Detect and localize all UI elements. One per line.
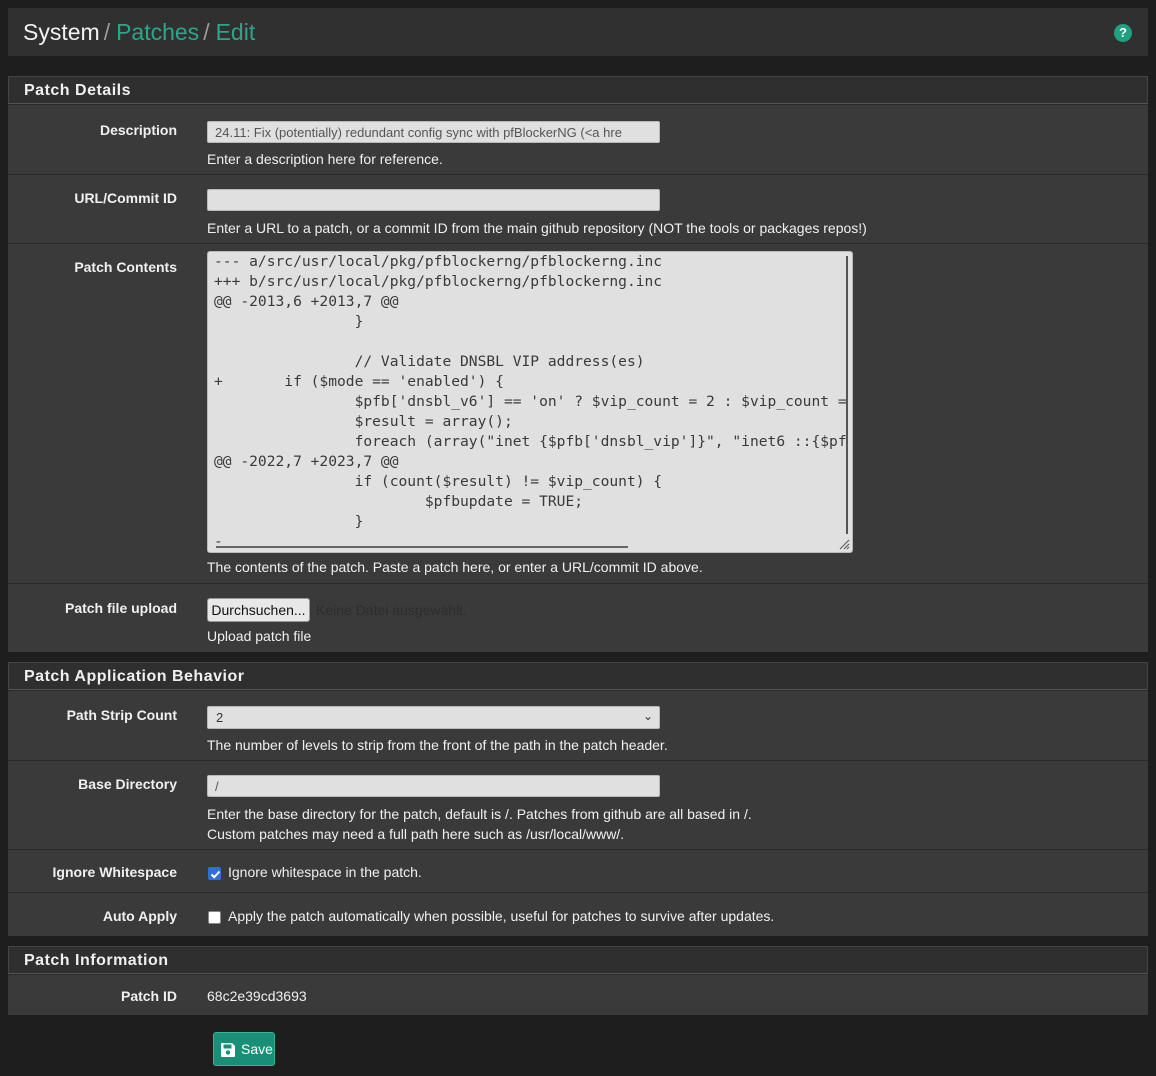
ignore-whitespace-label: Ignore Whitespace — [52, 864, 177, 880]
description-label: Description — [99, 122, 177, 138]
patch-info-heading: Patch Information — [8, 946, 1148, 974]
breadcrumb-edit-link[interactable]: Edit — [216, 19, 256, 45]
ignore-whitespace-checkbox[interactable] — [208, 867, 221, 880]
patch-id-row: Patch ID 68c2e39cd3693 — [8, 974, 1148, 1015]
patch-info-panel: Patch Information Patch ID 68c2e39cd3693 — [8, 946, 1148, 1015]
url-commit-input[interactable] — [207, 189, 660, 211]
patch-details-heading: Patch Details — [8, 76, 1148, 104]
help-icon[interactable]: ? — [1114, 24, 1132, 42]
ignore-whitespace-text: Ignore whitespace in the patch. — [228, 864, 422, 880]
strip-count-label: Path Strip Count — [66, 707, 177, 723]
horizontal-scrollbar[interactable] — [216, 546, 628, 548]
patch-contents-row: Patch Contents --- a/src/usr/local/pkg/p… — [8, 243, 1148, 583]
save-button[interactable]: Save — [213, 1032, 275, 1066]
resize-grip-icon[interactable] — [838, 538, 850, 550]
strip-count-row: Path Strip Count 2 ⌄ The number of level… — [8, 690, 1148, 760]
upload-row: Patch file upload Durchsuchen... Keine D… — [8, 583, 1148, 652]
patch-line: if (count($result) != $vip_count) { — [214, 473, 663, 490]
vertical-scrollbar[interactable] — [846, 256, 848, 534]
auto-apply-text: Apply the patch automatically when possi… — [228, 908, 775, 924]
breadcrumb-separator: / — [103, 19, 111, 45]
auto-apply-label: Auto Apply — [102, 908, 177, 924]
base-directory-label: Base Directory — [78, 776, 177, 792]
patch-line: $result = array(); — [214, 413, 513, 430]
description-input[interactable]: 24.11: Fix (potentially) redundant confi… — [207, 121, 660, 143]
base-directory-row: Base Directory / Enter the base director… — [8, 760, 1148, 849]
patch-line: } — [214, 313, 364, 330]
auto-apply-row: Auto Apply Apply the patch automatically… — [8, 892, 1148, 935]
page-header: System / Patches / Edit ? — [8, 8, 1148, 56]
floppy-disk-icon — [221, 1043, 235, 1057]
patch-behavior-heading: Patch Application Behavior — [8, 662, 1148, 690]
auto-apply-checkbox[interactable] — [208, 911, 221, 924]
patch-line: $pfbupdate = TRUE; — [214, 493, 584, 510]
checkmark-icon — [210, 870, 221, 879]
breadcrumb-separator: / — [203, 19, 210, 45]
strip-count-value: 2 — [216, 710, 224, 725]
url-row: URL/Commit ID Enter a URL to a patch, or… — [8, 174, 1148, 243]
upload-help: Upload patch file — [207, 628, 312, 644]
patch-line: - — [214, 533, 223, 550]
patch-line: // Validate DNSBL VIP address(es) — [214, 353, 645, 370]
patch-line: +++ b/src/usr/local/pkg/pfblockerng/pfbl… — [214, 273, 663, 290]
url-help: Enter a URL to a patch, or a commit ID f… — [207, 220, 867, 236]
patch-contents-label: Patch Contents — [74, 259, 177, 275]
description-row: Description 24.11: Fix (potentially) red… — [8, 104, 1148, 174]
base-directory-help-1: Enter the base directory for the patch, … — [207, 806, 752, 822]
patch-line: } — [214, 513, 364, 530]
patch-line — [214, 332, 846, 352]
breadcrumb-patches-link[interactable]: Patches — [116, 19, 199, 45]
patch-line: foreach (array("inet {$pfb['dnsbl_vip']}… — [214, 433, 846, 450]
breadcrumb-system: System — [23, 19, 100, 45]
strip-count-select[interactable]: 2 ⌄ — [207, 706, 660, 729]
patch-contents-code: --- a/src/usr/local/pkg/pfblockerng/pfbl… — [214, 252, 846, 552]
ignore-whitespace-row: Ignore Whitespace Ignore whitespace in t… — [8, 849, 1148, 892]
patch-id-value: 68c2e39cd3693 — [207, 988, 307, 1004]
patch-id-label: Patch ID — [120, 988, 177, 1004]
patch-line: --- a/src/usr/local/pkg/pfblockerng/pfbl… — [214, 253, 663, 270]
save-button-label: Save — [241, 1041, 273, 1057]
patch-contents-textarea[interactable]: --- a/src/usr/local/pkg/pfblockerng/pfbl… — [207, 251, 853, 553]
patch-line: @@ -2022,7 +2023,7 @@ — [214, 453, 399, 470]
browse-file-button[interactable]: Durchsuchen... — [207, 598, 310, 622]
breadcrumb: System / Patches / Edit — [23, 17, 255, 47]
description-help: Enter a description here for reference. — [207, 151, 443, 167]
strip-count-help: The number of levels to strip from the f… — [207, 737, 668, 753]
base-directory-input[interactable]: / — [207, 775, 660, 797]
chevron-down-icon: ⌄ — [642, 709, 653, 723]
patch-line: @@ -2013,6 +2013,7 @@ — [214, 293, 399, 310]
patch-behavior-panel: Patch Application Behavior Path Strip Co… — [8, 662, 1148, 936]
file-status: Keine Datei ausgewählt. — [316, 602, 467, 618]
patch-contents-help: The contents of the patch. Paste a patch… — [207, 559, 703, 575]
patch-line: + if ($mode == 'enabled') { — [214, 373, 504, 390]
upload-label: Patch file upload — [64, 600, 177, 616]
patch-line: $pfb['dnsbl_v6'] == 'on' ? $vip_count = … — [214, 393, 846, 410]
url-label: URL/Commit ID — [74, 190, 177, 206]
base-directory-help-2: Custom patches may need a full path here… — [207, 826, 625, 842]
patch-details-panel: Patch Details Description 24.11: Fix (po… — [8, 76, 1148, 652]
